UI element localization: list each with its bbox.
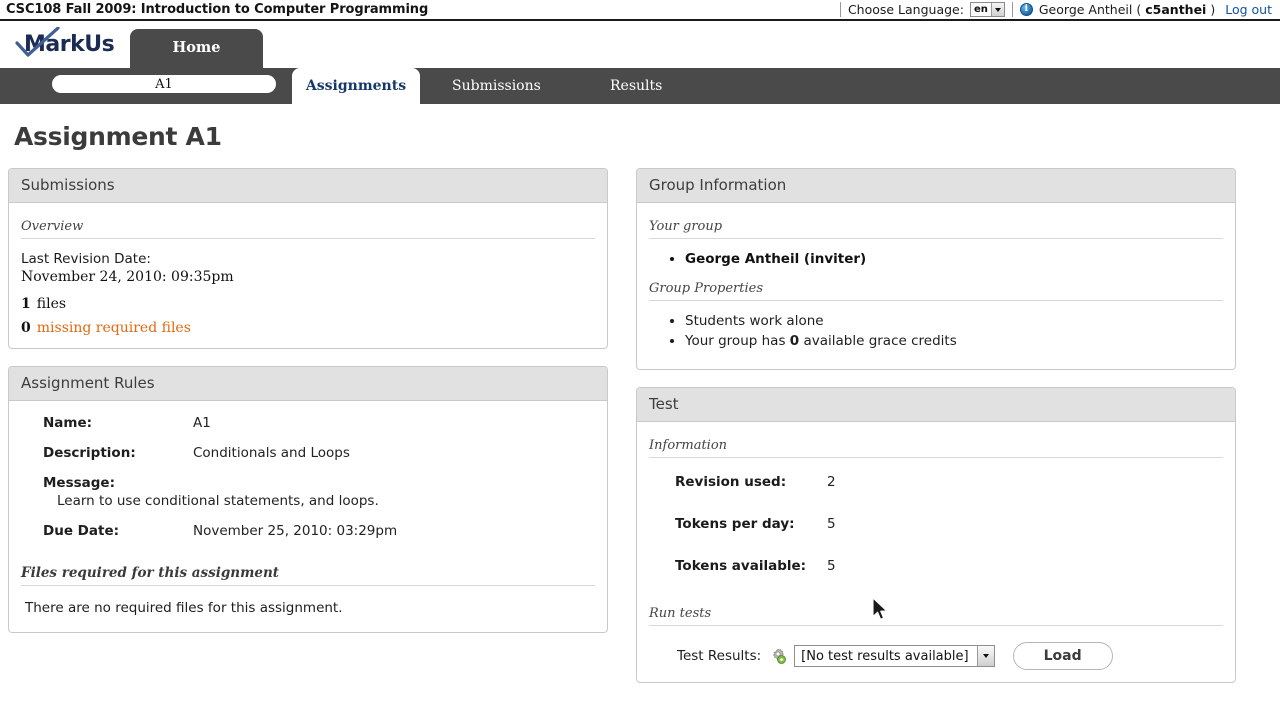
test-row-revision-used: Revision used: 2 [675, 474, 1223, 490]
separator-2 [1011, 2, 1013, 17]
missing-count: 0 [21, 320, 31, 336]
missing-required-files-link[interactable]: missing required files [37, 320, 191, 336]
language-select[interactable]: en [969, 2, 1005, 17]
rule-value-name: A1 [193, 415, 211, 431]
tab-assignments[interactable]: Assignments [292, 68, 420, 104]
home-tab-label: Home [172, 39, 221, 56]
rule-value-description: Conditionals and Loops [193, 445, 350, 461]
test-panel: Test Information Revision used: 2 Tokens… [636, 387, 1236, 683]
files-required-empty-text: There are no required files for this ass… [25, 600, 343, 616]
tab-submissions-label: Submissions [452, 78, 541, 94]
test-key-revision-used: Revision used: [675, 474, 787, 490]
gear-icon [773, 648, 787, 664]
language-label: Choose Language: [847, 2, 964, 17]
list-item: Students work alone [685, 311, 1223, 331]
markus-logo[interactable]: MarkUs [14, 27, 122, 61]
paren-close: ) [1210, 2, 1216, 17]
missing-files-row: 0 missing required files [21, 320, 595, 336]
test-panel-body: Information Revision used: 2 Tokens per … [637, 422, 1235, 682]
submissions-panel: Submissions Overview Last Revision Date:… [8, 168, 608, 349]
rule-row-due-date: Due Date: November 25, 2010: 03:29pm [43, 523, 595, 539]
grace-credit-prefix: Your group has [685, 333, 790, 349]
rule-key-description: Description: [43, 445, 136, 461]
rule-value-due-date: November 25, 2010: 03:29pm [193, 523, 398, 539]
group-properties-section-label: Group Properties [649, 275, 1223, 301]
test-results-select-value: [No test results available] [801, 648, 969, 664]
left-column: Submissions Overview Last Revision Date:… [8, 168, 608, 700]
checkmark-icon [15, 27, 60, 57]
submissions-panel-header: Submissions [9, 169, 607, 203]
test-key-tokens-per-day: Tokens per day: [675, 516, 795, 532]
test-value-tokens-per-day: 5 [827, 516, 836, 532]
group-members-list: George Antheil (inviter) [649, 249, 1223, 269]
main-nav-bar: A1 Assignments Submissions Results [0, 68, 1280, 104]
rule-value-message: Learn to use conditional statements, and… [57, 493, 379, 509]
paren-open: ( [1136, 2, 1142, 17]
overview-section-label: Overview [21, 213, 595, 239]
tab-results-label: Results [610, 78, 663, 94]
test-value-revision-used: 2 [827, 474, 836, 490]
tab-submissions[interactable]: Submissions [436, 68, 557, 104]
assignment-rules-panel-header: Assignment Rules [9, 367, 607, 401]
tab-assignments-label: Assignments [305, 78, 407, 94]
info-icon: i [1019, 3, 1033, 16]
group-information-panel-body: Your group George Antheil (inviter) Grou… [637, 203, 1235, 369]
rule-key-due-date: Due Date: [43, 523, 119, 539]
breadcrumb[interactable]: A1 [52, 75, 276, 93]
grace-credit-count: 0 [789, 333, 800, 349]
run-tests-controls: Test Results: [No test results available… [649, 642, 1223, 670]
separator-1 [839, 2, 841, 17]
test-row-tokens-available: Tokens available: 5 [675, 558, 1223, 574]
assignment-rules-panel-body: Name: A1 Description: Conditionals and L… [9, 401, 607, 632]
course-title: CSC108 Fall 2009: Introduction to Comput… [6, 2, 429, 17]
last-revision-label: Last Revision Date: [21, 251, 151, 267]
list-item: Your group has 0 available grace credits [685, 331, 1223, 351]
rule-row-name: Name: A1 [43, 415, 595, 431]
language-select-value: en [973, 4, 988, 15]
files-count-row: 1 files [21, 296, 595, 312]
right-column: Group Information Your group George Anth… [636, 168, 1236, 700]
last-revision-value: November 24, 2010: 09:35pm [21, 269, 234, 285]
chevron-down-icon [976, 646, 994, 666]
test-row-tokens-per-day: Tokens per day: 5 [675, 516, 1223, 532]
home-tab[interactable]: Home [130, 29, 263, 68]
load-button-label: Load [1043, 648, 1082, 664]
rule-row-message: Message: Learn to use conditional statem… [43, 475, 595, 509]
files-required-section-label: Files required for this assignment [21, 559, 595, 586]
load-button[interactable]: Load [1012, 642, 1113, 670]
files-label: files [36, 296, 67, 312]
run-tests-section-label: Run tests [649, 600, 1223, 626]
course-header-bar: CSC108 Fall 2009: Introduction to Comput… [0, 0, 1280, 21]
test-value-tokens-available: 5 [827, 558, 836, 574]
user-session-bar: Choose Language: en i George Antheil ( c… [833, 2, 1272, 17]
submissions-panel-body: Overview Last Revision Date: November 24… [9, 203, 607, 348]
tab-results[interactable]: Results [594, 68, 678, 104]
page-title: Assignment A1 [14, 122, 222, 151]
user-name: George Antheil [1038, 2, 1133, 17]
assignment-rules-panel: Assignment Rules Name: A1 Description: C… [8, 366, 608, 633]
user-id: c5anthei [1145, 2, 1207, 17]
group-information-panel: Group Information Your group George Anth… [636, 168, 1236, 370]
your-group-section-label: Your group [649, 213, 1223, 239]
logout-link[interactable]: Log out [1225, 2, 1272, 17]
chevron-down-icon [990, 3, 1004, 16]
breadcrumb-label: A1 [155, 76, 173, 92]
group-properties-list: Students work alone Your group has 0 ava… [649, 311, 1223, 351]
rule-row-description: Description: Conditionals and Loops [43, 445, 595, 461]
test-results-select[interactable]: [No test results available] [794, 645, 995, 667]
grace-credit-suffix: available grace credits [799, 333, 957, 349]
test-results-label: Test Results: [677, 648, 762, 664]
test-panel-header: Test [637, 388, 1235, 422]
list-item: George Antheil (inviter) [685, 249, 1223, 269]
information-section-label: Information [649, 432, 1223, 458]
content-columns: Submissions Overview Last Revision Date:… [0, 151, 1280, 700]
rule-key-message: Message: [43, 475, 115, 491]
brand-band: MarkUs Home [0, 21, 1280, 68]
test-key-tokens-available: Tokens available: [675, 558, 807, 574]
rule-key-name: Name: [43, 415, 93, 431]
group-information-panel-header: Group Information [637, 169, 1235, 203]
files-count: 1 [21, 296, 31, 312]
